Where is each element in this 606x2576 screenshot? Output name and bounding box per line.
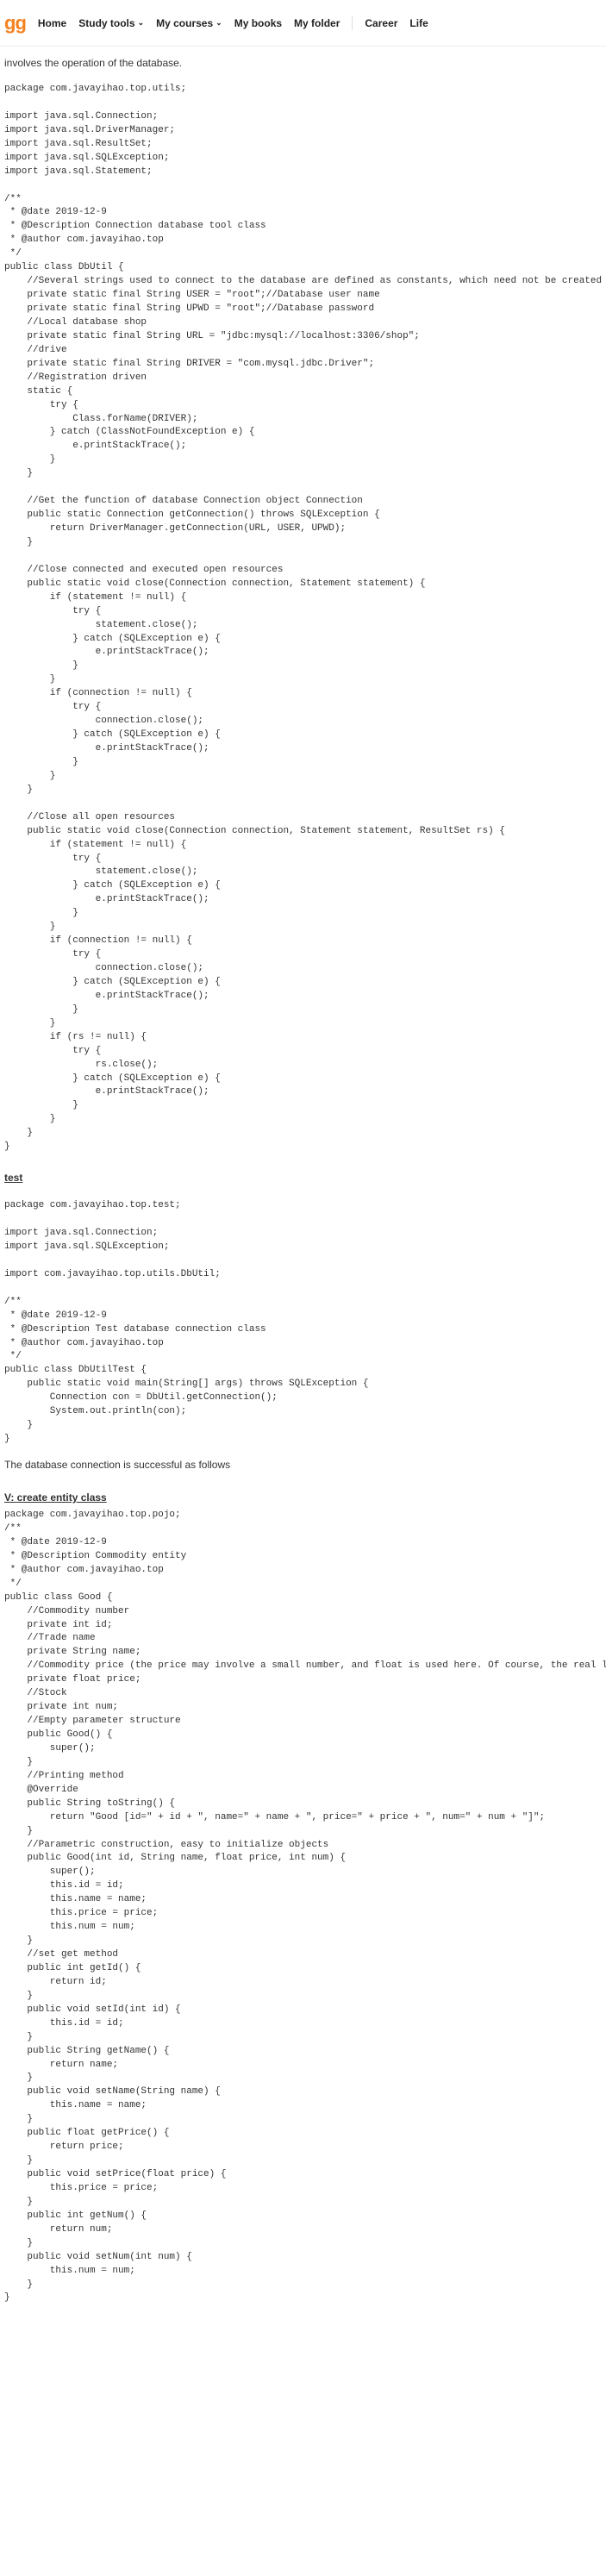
test-section-title: test — [4, 1170, 602, 1185]
nav-study-tools[interactable]: Study tools ⌄ — [78, 16, 144, 31]
nav-home[interactable]: Home — [38, 16, 66, 31]
nav-label: Study tools — [78, 16, 134, 31]
nav-career[interactable]: Career — [365, 16, 397, 31]
chevron-down-icon: ⌄ — [138, 17, 145, 29]
divider — [352, 16, 353, 30]
chevron-down-icon: ⌄ — [216, 17, 222, 29]
nav-life[interactable]: Life — [409, 16, 428, 31]
content: involves the operation of the database. … — [0, 47, 606, 2314]
code-block-entity: package com.javayihao.top.pojo; /** * @d… — [4, 1509, 602, 2305]
code-block-dbutil: package com.javayihao.top.utils; import … — [4, 83, 602, 1154]
nav-my-folder[interactable]: My folder — [294, 16, 340, 31]
nav-my-courses[interactable]: My courses⌄ — [156, 16, 222, 31]
logo[interactable]: gg — [4, 9, 26, 37]
header: gg Home Study tools⌄ My courses⌄ My book… — [0, 0, 606, 47]
nav-my-books[interactable]: My books — [234, 16, 282, 31]
nav-label: My courses — [156, 16, 213, 31]
entity-section-title: V: create entity class — [4, 1490, 602, 1505]
db-success-text: The database connection is successful as… — [4, 1457, 602, 1472]
code-block-test: package com.javayihao.top.test; import j… — [4, 1199, 602, 1447]
intro-text: involves the operation of the database. — [4, 55, 602, 71]
